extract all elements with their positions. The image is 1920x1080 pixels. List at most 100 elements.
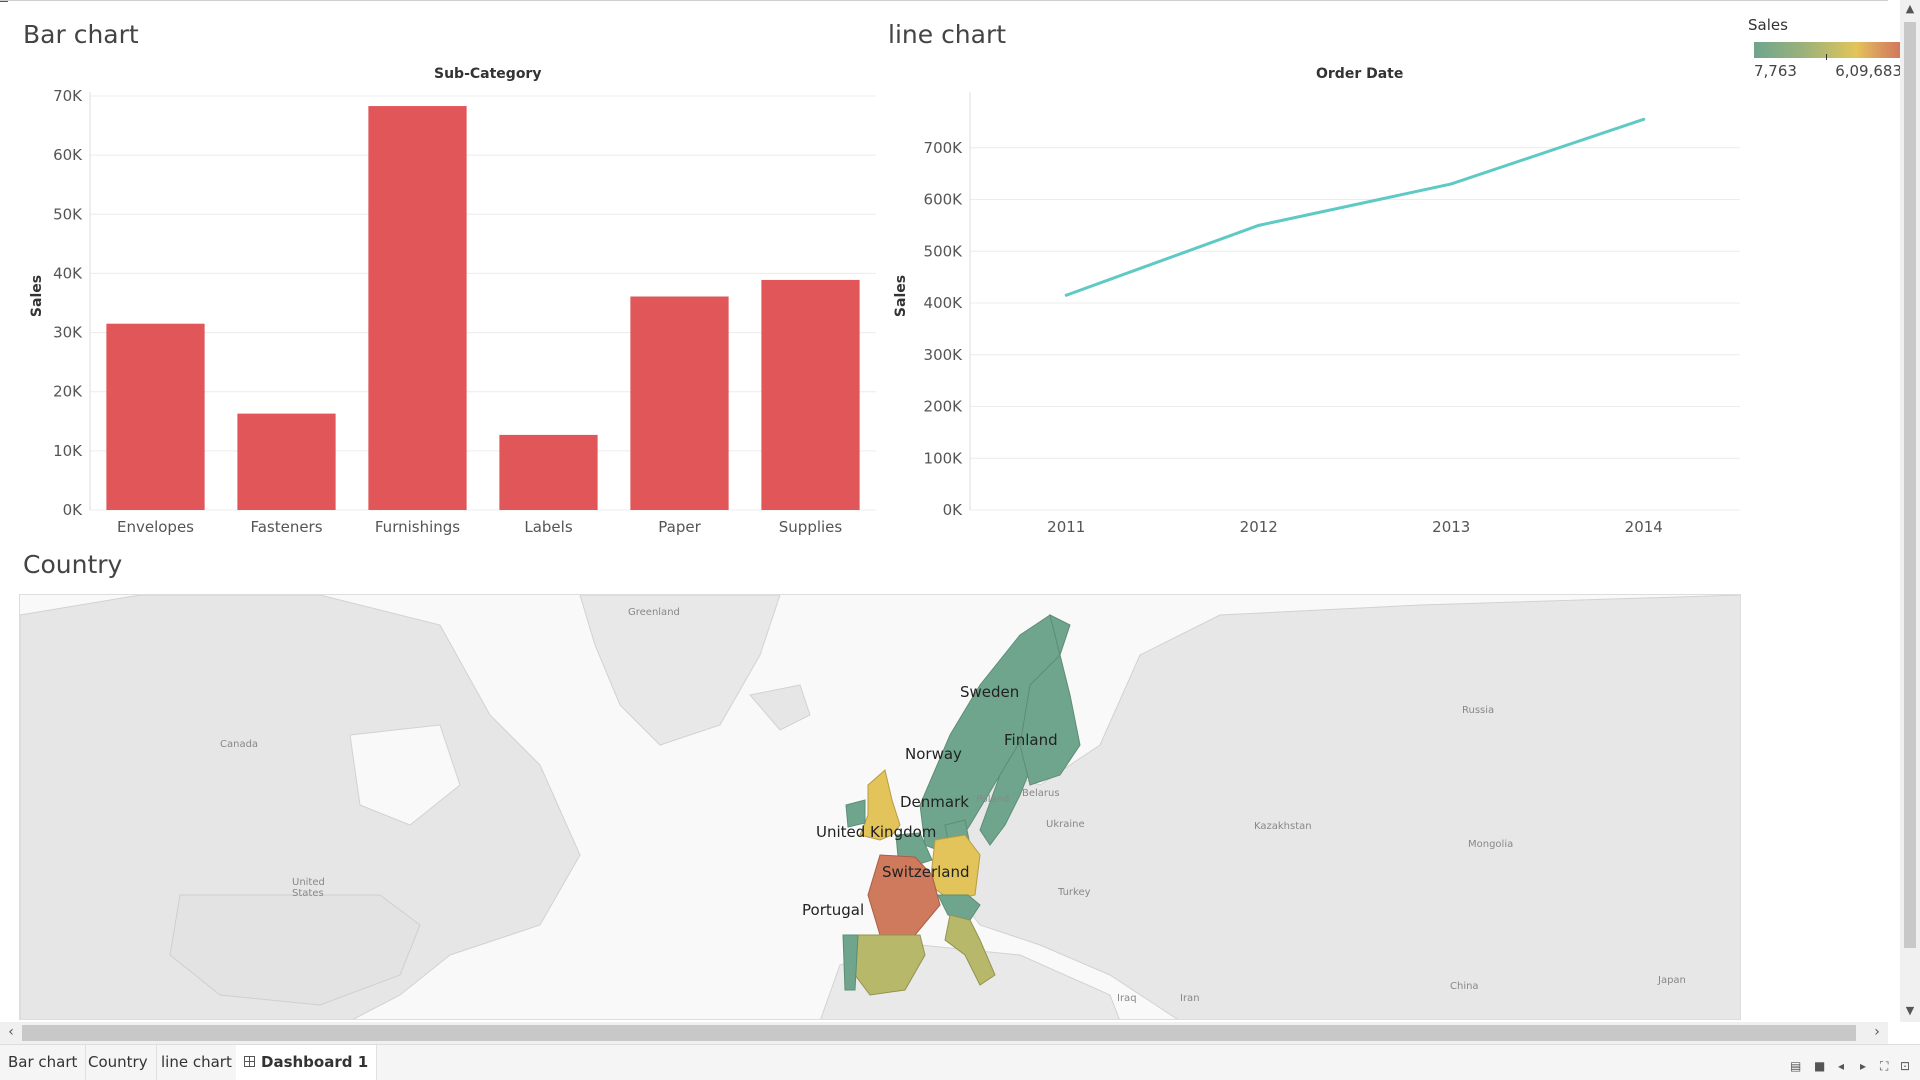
scroll-down-icon[interactable]: ▼	[1900, 1004, 1920, 1017]
line-point-2013	[1449, 182, 1453, 186]
line-x-tick-label: 2011	[1047, 518, 1085, 536]
line-point-2014	[1642, 117, 1646, 121]
line-column-header: Order Date	[1316, 66, 1404, 82]
prev-sheet-icon[interactable]: ◂	[1838, 1059, 1844, 1073]
sales-trend-line	[1065, 117, 1645, 297]
scroll-right-icon[interactable]: ›	[1866, 1024, 1888, 1040]
country-label-finland[interactable]: Finland	[1004, 731, 1058, 749]
scroll-left-icon[interactable]: ‹	[0, 1024, 22, 1040]
bar-y-tick-label: 0K	[63, 501, 84, 519]
top-border	[0, 0, 1888, 1]
geo-label-united-states: United States	[292, 877, 325, 899]
presentation-icon[interactable]: ⊡	[1900, 1059, 1910, 1073]
bar-paper	[630, 296, 729, 510]
bar-y-tick-label: 40K	[53, 264, 83, 282]
line-y-tick-label: 100K	[924, 449, 964, 467]
line-y-tick-label: 500K	[924, 242, 964, 260]
geo-label-belarus: Belarus	[1022, 788, 1060, 799]
bar-chart[interactable]: 0K 10K 20K 30K 40K 50K 60K 70K Envelopes Fastener…	[40, 84, 890, 544]
geo-label-russia: Russia	[1462, 705, 1495, 716]
next-sheet-icon[interactable]: ▸	[1860, 1059, 1866, 1073]
bar-x-tick-label: Supplies	[779, 518, 843, 536]
tab-label: line chart	[161, 1053, 232, 1071]
geo-label-kazakhstan: Kazakhstan	[1254, 821, 1312, 832]
line-point-2011	[1064, 293, 1068, 297]
geo-label-poland: Poland	[976, 794, 1010, 805]
vertical-scroll-thumb[interactable]	[1904, 22, 1916, 948]
line-y-tick-label: 700K	[924, 139, 964, 157]
map-title: Country	[23, 550, 123, 579]
geo-label-china: China	[1450, 981, 1479, 992]
line-point-2012	[1257, 223, 1261, 227]
sheet-tab-bar: Bar chart Country line chart Dashboard 1	[0, 1044, 1920, 1080]
line-y-tick-label: 600K	[924, 191, 964, 209]
country-label-united-kingdom[interactable]: United Kingdom	[816, 823, 936, 841]
bar-chart-title: Bar chart	[23, 20, 139, 49]
bar-x-tick-label: Fasteners	[250, 518, 322, 536]
sales-color-legend[interactable]: Sales 7,763 6,09,683	[1746, 14, 1902, 84]
geo-label-greenland: Greenland	[628, 607, 680, 618]
tab-label: Bar chart	[8, 1053, 78, 1071]
tab-bar-chart[interactable]: Bar chart	[0, 1045, 87, 1080]
tab-view-icon[interactable]: ■	[1814, 1059, 1825, 1073]
bar-y-tick-label: 60K	[53, 146, 83, 164]
bar-y-tick-label: 30K	[53, 324, 83, 342]
legend-title: Sales	[1748, 16, 1788, 34]
legend-min-label: 7,763	[1754, 62, 1797, 80]
line-y-axis-title: Sales	[893, 274, 910, 318]
country-label-norway[interactable]: Norway	[905, 745, 962, 763]
geo-label-japan: Japan	[1658, 975, 1686, 986]
dashboard-grid-icon	[244, 1056, 255, 1067]
geo-label-canada: Canada	[220, 739, 259, 750]
geo-label-turkey: Turkey	[1058, 887, 1091, 898]
tab-label: Country	[88, 1053, 148, 1071]
line-chart[interactable]: 0K 100K 200K 300K 400K 500K 600K 700K 2011 2012 20…	[910, 84, 1750, 544]
country-map[interactable]: Greenland Canada United States Russia Po…	[19, 594, 1741, 1020]
vertical-scrollbar[interactable]: ▲ ▼	[1900, 0, 1920, 1022]
line-y-tick-label: 400K	[924, 294, 964, 312]
line-y-tick-label: 200K	[924, 398, 964, 416]
horizontal-scroll-thumb[interactable]	[22, 1025, 1856, 1041]
bar-y-tick-label: 20K	[53, 383, 83, 401]
country-label-denmark[interactable]: Denmark	[900, 793, 969, 811]
bar-furnishings	[368, 106, 467, 510]
country-label-sweden[interactable]: Sweden	[960, 683, 1019, 701]
geo-label-mongolia: Mongolia	[1468, 839, 1514, 850]
bar-fasteners	[237, 413, 336, 510]
bar-y-tick-label: 50K	[53, 205, 83, 223]
legend-max-label: 6,09,683	[1835, 62, 1902, 80]
bar-labels	[499, 434, 598, 510]
bar-x-tick-label: Labels	[524, 518, 572, 536]
fullscreen-icon[interactable]: ⛶	[1880, 1059, 1888, 1074]
bar-y-tick-label: 10K	[53, 442, 83, 460]
bar-column-header: Sub-Category	[434, 66, 542, 82]
tab-line-chart[interactable]: line chart	[153, 1045, 241, 1080]
country-label-switzerland[interactable]: Switzerland	[882, 863, 970, 881]
legend-gradient-bar	[1754, 42, 1900, 58]
country-label-portugal[interactable]: Portugal	[802, 901, 864, 919]
line-x-tick-label: 2013	[1432, 518, 1470, 536]
bar-supplies	[761, 279, 860, 510]
geo-label-iraq: Iraq	[1117, 993, 1137, 1004]
bar-x-tick-label: Envelopes	[117, 518, 194, 536]
legend-tick	[1826, 54, 1827, 60]
scroll-up-icon[interactable]: ▲	[1900, 2, 1920, 15]
geo-label-ukraine: Ukraine	[1046, 819, 1085, 830]
dashboard-window: Bar chart Sub-Category Sales 0K 10K 20K 30K…	[0, 0, 1920, 1080]
bar-x-tick-label: Furnishings	[375, 518, 460, 536]
geo-label-iran: Iran	[1180, 993, 1200, 1004]
line-y-tick-label: 0K	[943, 501, 964, 519]
bar-y-tick-label: 70K	[53, 87, 83, 105]
bar-envelopes	[106, 323, 205, 510]
tab-label: Dashboard 1	[261, 1053, 369, 1071]
horizontal-scrollbar[interactable]: ‹ ›	[0, 1022, 1888, 1044]
map-background	[20, 595, 1740, 1019]
line-y-tick-label: 300K	[924, 346, 964, 364]
bar-x-tick-label: Paper	[658, 518, 701, 536]
filmstrip-view-icon[interactable]: ▤	[1790, 1059, 1801, 1073]
tab-dashboard-1[interactable]: Dashboard 1	[236, 1045, 378, 1080]
line-chart-title: line chart	[888, 20, 1007, 49]
line-x-tick-label: 2012	[1240, 518, 1278, 536]
line-x-tick-label: 2014	[1625, 518, 1663, 536]
tab-country[interactable]: Country	[80, 1045, 157, 1080]
